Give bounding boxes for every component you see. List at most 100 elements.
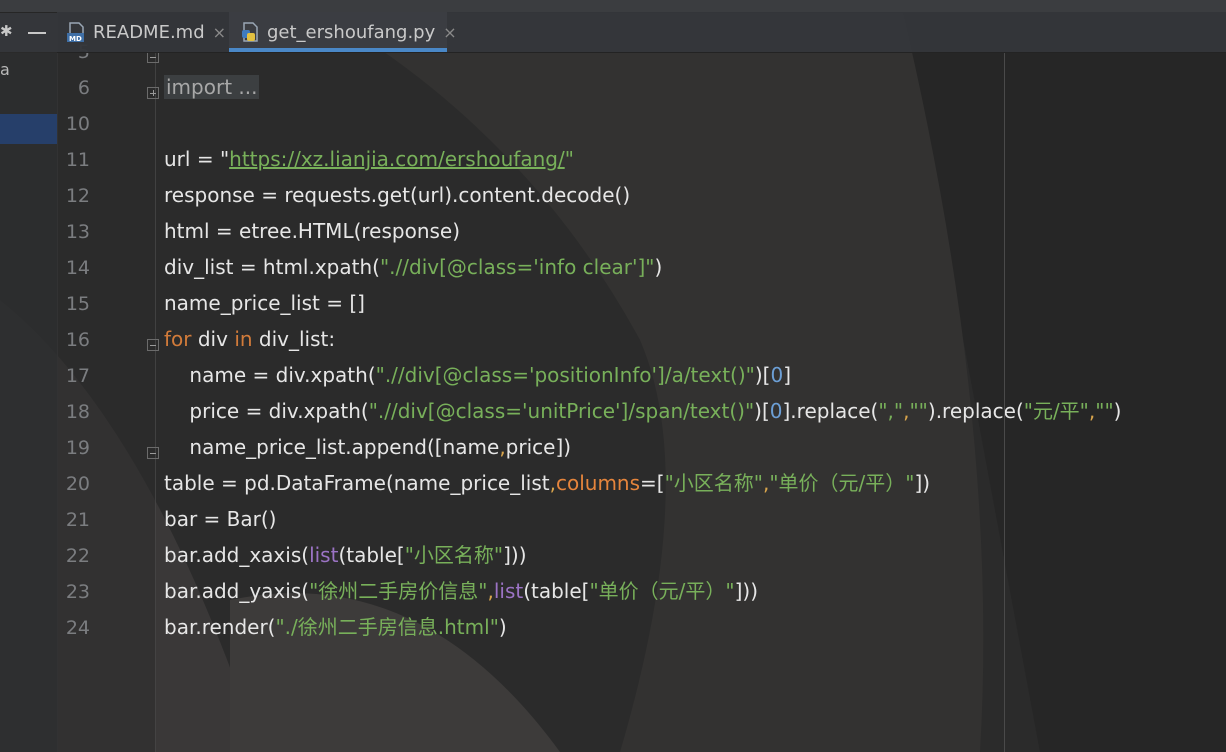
code-token: bar.add_yaxis( xyxy=(164,579,310,603)
code-token: "单价（元/平）" xyxy=(589,579,735,603)
code-line[interactable]: response = requests.get(url).content.dec… xyxy=(164,182,630,208)
line-number: 16 xyxy=(65,329,90,351)
code-token: "小区名称" xyxy=(404,543,504,567)
line-number: 21 xyxy=(65,509,90,531)
line-number: 22 xyxy=(65,545,90,567)
code-token: "," xyxy=(878,399,904,423)
line-number: 11 xyxy=(65,149,90,171)
code-line[interactable]: table = pd.DataFrame(name_price_list,col… xyxy=(164,470,930,496)
project-tree-selected-row[interactable] xyxy=(0,114,57,144)
code-token: 0 xyxy=(770,363,784,387)
code-token: table = pd.DataFrame(name_price_list xyxy=(164,471,550,495)
code-token: url = xyxy=(164,147,220,171)
project-panel: ✱ a xyxy=(0,0,58,752)
code-line[interactable]: import ... xyxy=(164,74,260,100)
gear-icon[interactable]: ✱ xyxy=(0,22,13,40)
code-token: "徐州二手房价信息" xyxy=(309,579,488,603)
code-token: "./徐州二手房信息.html" xyxy=(275,615,499,639)
line-number: 13 xyxy=(65,221,90,243)
code-token: ) xyxy=(654,255,663,279)
code-token: ])) xyxy=(503,543,527,567)
code-line[interactable]: div_list = html.xpath(".//div[@class='in… xyxy=(164,254,662,280)
code-line[interactable]: name = div.xpath(".//div[@class='positio… xyxy=(164,362,791,388)
code-token: "元/平" xyxy=(1023,399,1089,423)
tab-active-label: get_ershoufang.py xyxy=(267,21,436,43)
code-line[interactable]: url = "https://xz.lianjia.com/ershoufang… xyxy=(164,146,574,172)
code-line[interactable]: bar.render("./徐州二手房信息.html") xyxy=(164,614,507,640)
line-number: 18 xyxy=(65,401,90,423)
code-token: ])) xyxy=(734,579,759,603)
code-line[interactable]: name_price_list = [] xyxy=(164,290,365,316)
tab-readme-label: README.md xyxy=(93,21,205,43)
close-icon[interactable]: × xyxy=(213,23,226,42)
code-token: columns xyxy=(555,471,641,495)
code-token: " xyxy=(219,147,230,171)
code-token: ).replace( xyxy=(927,399,1024,423)
line-number: 23 xyxy=(65,581,90,603)
code-token: ) xyxy=(498,615,507,639)
code-editor[interactable]: import ... url = "https://xz.lianjia.com/… xyxy=(156,52,1226,752)
close-icon[interactable]: × xyxy=(443,23,456,42)
code-token: ) xyxy=(1113,399,1122,423)
code-token: html = etree.HTML(response) xyxy=(164,219,461,243)
code-token: "" xyxy=(909,399,928,423)
line-number: 17 xyxy=(65,365,90,387)
line-number: 14 xyxy=(65,257,90,279)
code-token: =[ xyxy=(640,471,665,495)
code-token: name_price_list = [] xyxy=(164,291,365,315)
code-token: list xyxy=(493,579,524,603)
code-token: "单价（元/平）" xyxy=(769,471,915,495)
minus-icon[interactable] xyxy=(28,32,46,34)
code-token: " xyxy=(564,147,574,171)
code-token: )[ xyxy=(754,363,771,387)
code-token: ".//div[@class='positionInfo']/a/text()" xyxy=(375,363,755,387)
python-file-icon xyxy=(239,21,261,43)
active-tab-indicator xyxy=(229,48,447,52)
code-token: name_price_list.append([name xyxy=(164,435,500,459)
code-token: div_list = html.xpath( xyxy=(164,255,380,279)
editor-tab-bar: MD README.md × get_ershoufang.py × xyxy=(57,12,1226,53)
line-number: 6 xyxy=(77,77,90,99)
code-token: div_list: xyxy=(252,327,336,351)
svg-text:MD: MD xyxy=(69,35,82,43)
code-token: ] xyxy=(783,363,791,387)
line-number: 19 xyxy=(65,437,90,459)
markdown-file-icon: MD xyxy=(65,21,87,43)
code-line[interactable]: bar.add_xaxis(list(table["小区名称"])) xyxy=(164,542,527,568)
code-token: (table[ xyxy=(338,543,405,567)
line-number: 15 xyxy=(65,293,90,315)
tab-get-ershoufang[interactable]: get_ershoufang.py × xyxy=(229,12,457,52)
code-token: in xyxy=(234,327,253,351)
code-line[interactable]: bar = Bar() xyxy=(164,506,276,532)
line-number: 10 xyxy=(65,113,90,135)
line-number-gutter: 56101112131415161718192021222324 xyxy=(57,41,159,752)
code-token: price]) xyxy=(505,435,572,459)
code-token: bar = Bar() xyxy=(164,507,277,531)
code-line[interactable]: for div in div_list: xyxy=(164,326,335,352)
code-token: bar.render( xyxy=(164,615,276,639)
tab-readme[interactable]: MD README.md × xyxy=(65,12,226,52)
folded-imports[interactable]: import ... xyxy=(164,75,260,99)
code-token: list xyxy=(309,543,339,567)
code-token: "" xyxy=(1095,399,1114,423)
line-number: 12 xyxy=(65,185,90,207)
code-token: div xyxy=(191,327,235,351)
code-token: "小区名称" xyxy=(664,471,763,495)
code-token: name = div.xpath( xyxy=(164,363,376,387)
code-line[interactable]: html = etree.HTML(response) xyxy=(164,218,460,244)
code-line[interactable]: bar.add_yaxis("徐州二手房价信息",list(table["单价（… xyxy=(164,578,758,604)
project-tree-text[interactable]: a xyxy=(0,60,10,79)
code-token: ]) xyxy=(914,471,931,495)
code-token: for xyxy=(164,327,192,351)
right-margin-guide xyxy=(1004,52,1005,752)
code-token: 0 xyxy=(769,399,783,423)
code-token: ".//div[@class='info clear']" xyxy=(379,255,655,279)
code-line[interactable]: name_price_list.append([name,price]) xyxy=(164,434,571,460)
code-token: price = div.xpath( xyxy=(164,399,369,423)
code-line[interactable]: price = div.xpath(".//div[@class='unitPr… xyxy=(164,398,1121,424)
code-token: response = requests.get(url).content.dec… xyxy=(164,183,631,207)
code-token: ].replace( xyxy=(782,399,879,423)
code-token: bar.add_xaxis( xyxy=(164,543,310,567)
code-token: https://xz.lianjia.com/ershoufang/ xyxy=(229,147,565,171)
line-number: 20 xyxy=(65,473,90,495)
